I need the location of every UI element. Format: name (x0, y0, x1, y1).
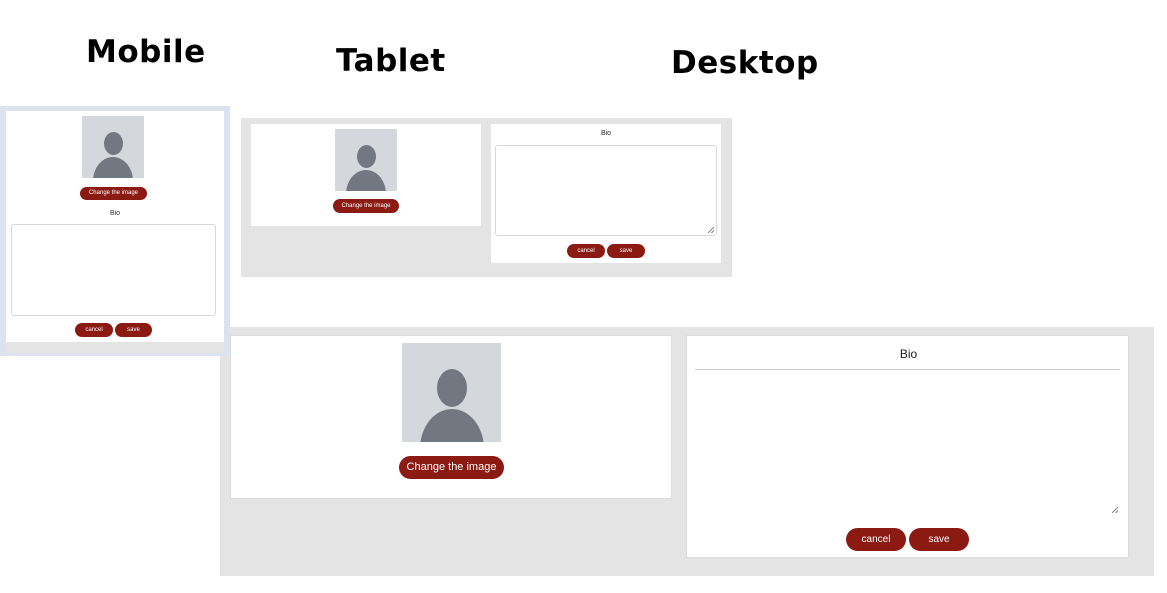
tablet-change-image-button[interactable]: Change the image (333, 199, 399, 213)
mobile-heading: Mobile (86, 34, 206, 70)
desktop-image-panel: Change the image (230, 335, 672, 499)
desktop-heading: Desktop (671, 45, 819, 81)
avatar-body-shape (420, 409, 484, 442)
tablet-bio-panel: Bio cancel save (491, 124, 721, 263)
tablet-avatar (335, 129, 397, 191)
mobile-profile-panel: Change the image Bio cancel save (6, 111, 224, 342)
mobile-bio-textarea[interactable] (11, 224, 216, 316)
tablet-bio-textarea[interactable] (495, 145, 717, 236)
tablet-image-panel: Change the image (251, 124, 481, 226)
desktop-save-button[interactable]: save (909, 528, 969, 551)
desktop-bio-textarea[interactable] (695, 369, 1120, 515)
avatar-body-shape (93, 157, 133, 178)
desktop-avatar (402, 343, 501, 442)
mobile-bio-label: Bio (109, 210, 121, 217)
avatar-head-shape (357, 145, 376, 168)
responsive-mockup: Mobile Tablet Desktop Change the image B… (0, 0, 1167, 593)
resize-grip-icon[interactable] (708, 227, 714, 233)
desktop-bio-panel: Bio cancel save (686, 335, 1129, 558)
resize-grip-icon[interactable] (1112, 507, 1118, 513)
mobile-bottom-strip (6, 342, 224, 353)
desktop-cancel-button[interactable]: cancel (846, 528, 906, 551)
avatar-head-shape (104, 132, 123, 155)
desktop-bio-label: Bio (899, 347, 918, 361)
avatar-body-shape (346, 170, 386, 191)
tablet-bio-label: Bio (600, 130, 612, 137)
mobile-save-button[interactable]: save (115, 323, 152, 337)
tablet-heading: Tablet (336, 43, 446, 79)
desktop-change-image-button[interactable]: Change the image (399, 456, 504, 479)
avatar-head-shape (437, 369, 467, 407)
tablet-cancel-button[interactable]: cancel (567, 244, 605, 258)
mobile-avatar (82, 116, 144, 178)
tablet-save-button[interactable]: save (607, 244, 645, 258)
mobile-cancel-button[interactable]: cancel (75, 323, 113, 337)
mobile-change-image-button[interactable]: Change the image (80, 187, 147, 200)
